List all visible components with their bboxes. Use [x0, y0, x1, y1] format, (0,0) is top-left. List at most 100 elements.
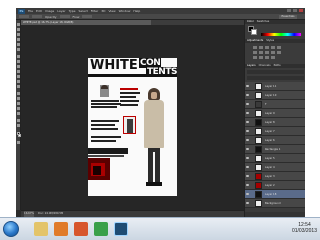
layer-filter-row[interactable]	[247, 70, 304, 74]
blur-tool-icon[interactable]	[17, 85, 20, 88]
photoshop-taskbar-icon[interactable]	[114, 222, 128, 236]
layer-row[interactable]: Layer 7	[245, 127, 305, 136]
workspace-switcher[interactable]: Essentials	[279, 15, 297, 19]
curves-icon[interactable]	[265, 46, 269, 49]
chrome-icon[interactable]	[94, 222, 108, 236]
pen-tool-icon[interactable]	[17, 97, 20, 100]
lasso-tool-icon[interactable]	[17, 33, 20, 36]
layer-row[interactable]: Rectangle 1	[245, 145, 305, 154]
exposure-icon[interactable]	[271, 46, 275, 49]
history-brush-tool-icon[interactable]	[17, 70, 20, 73]
media-player-icon[interactable]	[54, 222, 68, 236]
gradient-map-icon[interactable]	[271, 56, 275, 59]
gradient-tool-icon[interactable]	[17, 80, 20, 83]
type-tool-icon[interactable]	[17, 102, 20, 105]
tab-paths[interactable]: Paths	[274, 64, 281, 68]
layer-row[interactable]: Layer 3	[245, 172, 305, 181]
layer-row[interactable]: Layer 4	[245, 163, 305, 172]
levels-icon[interactable]	[259, 46, 263, 49]
layer-name: T	[265, 103, 267, 106]
explorer-icon[interactable]	[34, 222, 48, 236]
visibility-eye-icon[interactable]	[246, 112, 249, 114]
visibility-eye-icon[interactable]	[246, 166, 249, 168]
right-panels: Color Swatches Adjustments Styles Layers…	[244, 20, 305, 217]
layer-row[interactable]: Layer 11	[245, 82, 305, 91]
blend-mode-row[interactable]	[247, 76, 304, 80]
visibility-eye-icon[interactable]	[246, 148, 249, 150]
path-select-tool-icon[interactable]	[17, 107, 20, 110]
body-text-line	[91, 124, 115, 126]
layer-row[interactable]: Layer 2	[245, 181, 305, 190]
tab-styles[interactable]: Styles	[266, 39, 274, 43]
threshold-icon[interactable]	[265, 56, 269, 59]
visibility-eye-icon[interactable]	[246, 85, 249, 87]
layer-row[interactable]: Layer 18	[245, 190, 305, 199]
color-ramp[interactable]	[261, 33, 301, 36]
minimize-button[interactable]	[287, 9, 291, 12]
brush-tool-icon[interactable]	[17, 60, 20, 63]
visibility-eye-icon[interactable]	[246, 175, 249, 177]
tab-swatches[interactable]: Swatches	[257, 20, 269, 24]
system-clock[interactable]: 12:54 01/03/2013	[292, 222, 317, 234]
layer-row[interactable]: T	[245, 100, 305, 109]
visibility-eye-icon[interactable]	[246, 130, 249, 132]
layer-row[interactable]: Layer 5	[245, 154, 305, 163]
start-button[interactable]	[3, 221, 19, 237]
visibility-eye-icon[interactable]	[246, 94, 249, 96]
tool-preset-picker[interactable]	[19, 15, 29, 18]
visibility-eye-icon[interactable]	[246, 139, 249, 141]
layer-name: Layer 9	[265, 112, 275, 115]
brush-picker[interactable]	[32, 15, 42, 18]
eyedropper-tool-icon[interactable]	[17, 48, 20, 51]
shape-tool-icon[interactable]	[17, 112, 20, 115]
brightness-icon[interactable]	[253, 46, 257, 49]
close-button[interactable]	[299, 9, 303, 12]
quick-mask-icon[interactable]	[17, 141, 20, 144]
layer-row[interactable]: Layer 9	[245, 109, 305, 118]
layer-row[interactable]: Layer 10	[245, 91, 305, 100]
vibrance-icon[interactable]	[277, 46, 281, 49]
body-text-line	[91, 100, 119, 102]
maximize-button[interactable]	[293, 9, 297, 12]
zoom-tool-icon[interactable]	[17, 124, 20, 127]
clone-stamp-tool-icon[interactable]	[17, 65, 20, 68]
visibility-eye-icon[interactable]	[246, 157, 249, 159]
black-white-icon[interactable]	[265, 51, 269, 54]
flow-field[interactable]	[82, 15, 93, 18]
crop-tool-icon[interactable]	[17, 43, 20, 46]
layer-row[interactable]: Layer 6	[245, 136, 305, 145]
background-swatch[interactable]	[251, 29, 257, 35]
tab-color[interactable]: Color	[247, 20, 254, 24]
healing-tool-icon[interactable]	[17, 55, 20, 58]
channel-mixer-icon[interactable]	[277, 51, 281, 54]
eraser-tool-icon[interactable]	[17, 75, 20, 78]
layer-row[interactable]: Background	[245, 199, 305, 208]
tab-layers[interactable]: Layers	[247, 64, 256, 68]
invert-icon[interactable]	[253, 56, 257, 59]
posterize-icon[interactable]	[259, 56, 263, 59]
layer-name: Layer 8	[265, 121, 275, 124]
visibility-eye-icon[interactable]	[246, 202, 249, 204]
visibility-eye-icon[interactable]	[246, 121, 249, 123]
tab-channels[interactable]: Channels	[259, 64, 271, 68]
dodge-tool-icon[interactable]	[17, 92, 20, 95]
marquee-tool-icon[interactable]	[17, 28, 20, 31]
layer-row[interactable]: Layer 8	[245, 118, 305, 127]
visibility-eye-icon[interactable]	[246, 193, 249, 195]
color-balance-icon[interactable]	[259, 51, 263, 54]
quick-select-tool-icon[interactable]	[17, 38, 20, 41]
layer-name: Layer 3	[265, 175, 275, 178]
firefox-icon[interactable]	[74, 222, 88, 236]
layer-thumbnail	[255, 119, 262, 126]
move-tool-icon[interactable]	[17, 23, 20, 26]
opacity-field[interactable]	[59, 15, 70, 18]
photo-filter-icon[interactable]	[271, 51, 275, 54]
tab-adjustments[interactable]: Adjustments	[247, 39, 263, 43]
visibility-eye-icon[interactable]	[246, 184, 249, 186]
visibility-eye-icon[interactable]	[246, 103, 249, 105]
canvas-area[interactable]: WHITE CON TENTS	[21, 25, 244, 210]
hand-tool-icon[interactable]	[17, 119, 20, 122]
hue-saturation-icon[interactable]	[253, 51, 257, 54]
document-canvas[interactable]: WHITE CON TENTS	[88, 58, 177, 196]
taskbar: 12:54 01/03/2013	[0, 217, 320, 240]
